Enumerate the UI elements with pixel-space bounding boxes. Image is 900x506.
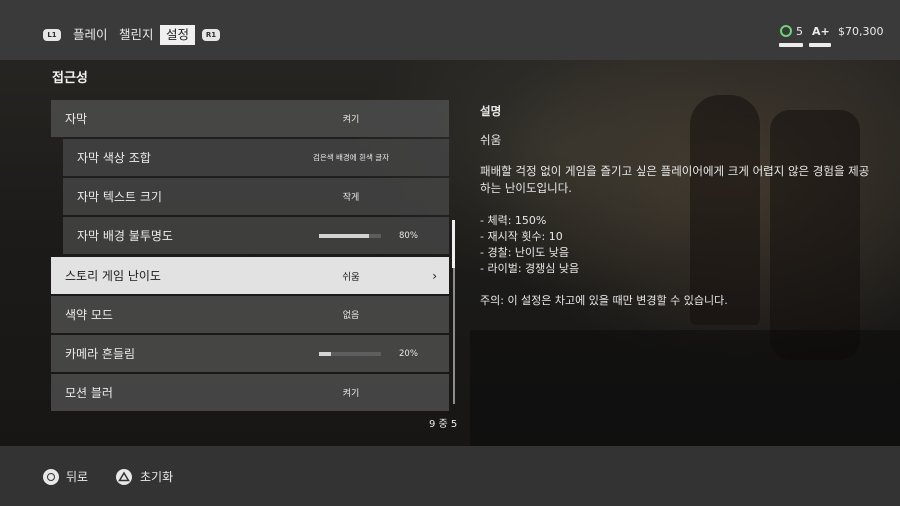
description-note: 주의: 이 설정은 차고에 있을 때만 변경할 수 있습니다. <box>480 294 728 307</box>
back-button[interactable]: 뒤로 <box>66 469 88 485</box>
menu-item-story-difficulty[interactable]: 스토리 게임 난이도 쉬움 › <box>51 257 449 294</box>
background-figure <box>770 110 860 360</box>
background-floor <box>470 330 900 450</box>
tab-challenge[interactable]: 챌린지 <box>119 25 154 45</box>
description-selected-value: 쉬움 <box>480 133 502 147</box>
menu-item-label: 자막 배경 불투명도 <box>77 229 173 243</box>
menu-item-label: 색약 모드 <box>65 308 113 322</box>
triangle-icon <box>118 471 130 482</box>
pagination-indicator: 9 중 5 <box>429 419 458 430</box>
r1-button-icon[interactable]: R1 <box>202 29 220 41</box>
camera-shake-slider-fill <box>319 352 332 356</box>
menu-item-label: 자막 <box>65 112 88 126</box>
menu-item-label: 자막 텍스트 크기 <box>77 190 162 204</box>
coin-icon <box>780 25 792 37</box>
menu-item-value: 검은색 배경에 흰색 글자 <box>312 153 390 162</box>
menu-item-value: 켜기 <box>342 115 360 125</box>
l1-button-icon[interactable]: L1 <box>43 29 61 41</box>
opacity-slider-fill <box>319 234 369 238</box>
tab-settings[interactable]: 설정 <box>160 25 195 45</box>
coin-count: 5 <box>796 25 803 38</box>
menu-item-camera-shake[interactable]: 카메라 흔들림 20% <box>51 335 449 372</box>
bottom-bar <box>0 446 900 506</box>
description-body: 패배할 걱정 없이 게임을 즐기고 싶은 플레이어에게 크게 어렵지 않은 경험… <box>480 164 870 195</box>
menu-item-label: 스토리 게임 난이도 <box>65 269 161 283</box>
background-figure <box>690 95 760 325</box>
menu-item-value: 쉬움 <box>342 271 360 283</box>
tab-play[interactable]: 플레이 <box>73 25 108 45</box>
menu-item-label: 자막 색상 조합 <box>77 151 151 165</box>
menu-item-motion-blur[interactable]: 모션 블러 켜기 <box>51 374 449 411</box>
opacity-slider[interactable] <box>319 234 381 238</box>
triangle-button-icon[interactable] <box>116 469 132 485</box>
page-title: 접근성 <box>52 71 88 86</box>
coin-progress-bar <box>779 43 803 47</box>
menu-item-subtitles[interactable]: 자막 켜기 <box>51 100 449 137</box>
menu-item-value: 켜기 <box>342 389 360 399</box>
opacity-value: 80% <box>399 230 418 241</box>
menu-item-subtitle-bg-opacity[interactable]: 자막 배경 불투명도 80% <box>63 217 449 254</box>
menu-item-subtitle-size[interactable]: 자막 텍스트 크기 작게 <box>63 178 449 215</box>
camera-shake-slider[interactable] <box>319 352 381 356</box>
menu-item-value: 작게 <box>342 193 360 203</box>
camera-shake-value: 20% <box>399 348 418 359</box>
rating-icon: A+ <box>812 25 830 38</box>
description-heading: 설명 <box>480 104 502 118</box>
menu-item-label: 모션 블러 <box>65 386 113 400</box>
description-stat-health: - 체력: 150% <box>480 214 547 227</box>
description-stat-rivals: - 라이벌: 경쟁심 낮음 <box>480 262 580 275</box>
menu-item-value: 없음 <box>342 311 360 321</box>
chevron-right-icon: › <box>432 268 437 283</box>
menu-scrollbar-thumb[interactable] <box>452 220 455 268</box>
money-amount: $70,300 <box>838 25 884 38</box>
rating-progress-bar <box>809 43 831 47</box>
reset-button[interactable]: 초기화 <box>140 469 173 485</box>
menu-item-colorblind-mode[interactable]: 색약 모드 없음 <box>51 296 449 333</box>
menu-item-label: 카메라 흔들림 <box>65 347 136 361</box>
menu-item-subtitle-color[interactable]: 자막 색상 조합 검은색 배경에 흰색 글자 <box>63 139 449 176</box>
description-stat-retries: - 재시작 횟수: 10 <box>480 230 563 243</box>
circle-button-icon[interactable] <box>43 469 59 485</box>
description-stat-police: - 경찰: 난이도 낮음 <box>480 246 570 259</box>
